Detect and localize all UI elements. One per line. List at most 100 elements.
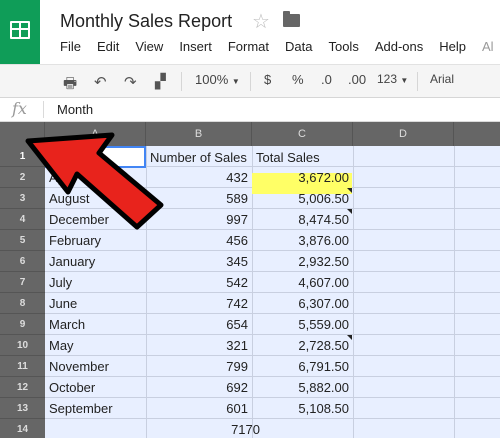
- cell-month[interactable]: February: [45, 230, 146, 251]
- row-header[interactable]: 14: [0, 419, 45, 438]
- cell-total-number-of-sales[interactable]: 7170: [146, 419, 264, 438]
- column-header-e[interactable]: [454, 122, 500, 146]
- cell-number-of-sales[interactable]: 345: [146, 251, 252, 272]
- folder-icon[interactable]: [283, 11, 300, 27]
- cell-total-sales[interactable]: 6,791.50: [252, 356, 353, 377]
- menu-file[interactable]: File: [60, 39, 81, 57]
- row-header[interactable]: 2: [0, 167, 45, 188]
- menu-insert[interactable]: Insert: [179, 39, 212, 57]
- menu-view[interactable]: View: [135, 39, 163, 57]
- cell-month[interactable]: April: [45, 167, 146, 188]
- cell-month[interactable]: May: [45, 335, 146, 356]
- formula-bar: fx Month: [0, 98, 500, 122]
- formula-input[interactable]: Month: [57, 102, 93, 117]
- row-header[interactable]: 8: [0, 293, 45, 314]
- menu-edit[interactable]: Edit: [97, 39, 119, 57]
- cell-number-of-sales[interactable]: 589: [146, 188, 252, 209]
- menu-accessibility[interactable]: Al: [482, 39, 494, 57]
- chevron-down-icon: ▼: [400, 76, 409, 85]
- cell-month[interactable]: August: [45, 188, 146, 209]
- percent-format-button[interactable]: %: [292, 72, 304, 87]
- row-header[interactable]: 7: [0, 272, 45, 293]
- increase-decimal-button[interactable]: .00: [348, 72, 366, 87]
- cell-number-of-sales[interactable]: 742: [146, 293, 252, 314]
- cell-month[interactable]: March: [45, 314, 146, 335]
- row-header[interactable]: 9: [0, 314, 45, 335]
- row-header[interactable]: 1: [0, 146, 45, 167]
- menu-addons[interactable]: Add-ons: [375, 39, 423, 57]
- cell-total-sales[interactable]: 2,932.50: [252, 251, 353, 272]
- sheets-logo-icon[interactable]: [0, 0, 40, 64]
- cell-number-of-sales[interactable]: 432: [146, 167, 252, 188]
- cell-total-sales[interactable]: 8,474.50: [252, 209, 353, 230]
- spreadsheet-grid: A B C D 1 2 3 4 5 6 7 8 9 10 11 12 13 14 Month Number…: [0, 122, 500, 438]
- cell-number-of-sales[interactable]: 997: [146, 209, 252, 230]
- row-header[interactable]: 4: [0, 209, 45, 230]
- row-header[interactable]: 10: [0, 335, 45, 356]
- column-header-d[interactable]: D: [353, 122, 454, 146]
- cell-number-of-sales[interactable]: 542: [146, 272, 252, 293]
- cell-month[interactable]: November: [45, 356, 146, 377]
- cell-month[interactable]: June: [45, 293, 146, 314]
- cell-month[interactable]: January: [45, 251, 146, 272]
- row-header[interactable]: 12: [0, 377, 45, 398]
- row-header[interactable]: 3: [0, 188, 45, 209]
- cell-number-of-sales[interactable]: 601: [146, 398, 252, 419]
- row-header[interactable]: 11: [0, 356, 45, 377]
- cell-b1[interactable]: Number of Sales: [146, 147, 252, 168]
- font-select[interactable]: Arial: [430, 72, 454, 86]
- zoom-select[interactable]: 100% ▼: [195, 72, 240, 87]
- cell-total-sales[interactable]: 5,006.50: [252, 188, 353, 209]
- undo-icon[interactable]: ↶: [94, 73, 107, 91]
- fx-icon: fx: [12, 99, 27, 118]
- more-formats-select[interactable]: 123 ▼: [377, 72, 408, 86]
- row-header[interactable]: 5: [0, 230, 45, 251]
- document-title[interactable]: Monthly Sales Report: [60, 11, 232, 32]
- cell-total-sales[interactable]: 5,108.50: [252, 398, 353, 419]
- menu-bar: File Edit View Insert Format Data Tools …: [60, 39, 500, 57]
- cell-total-sales[interactable]: 6,307.00: [252, 293, 353, 314]
- cell-total-sales[interactable]: 4,607.00: [252, 272, 353, 293]
- row-header[interactable]: 6: [0, 251, 45, 272]
- paint-format-icon[interactable]: ▞: [155, 73, 166, 90]
- app-header: Monthly Sales Report ☆ File Edit View In…: [0, 0, 500, 64]
- cell-total-sales[interactable]: 3,672.00: [252, 167, 353, 188]
- cell-number-of-sales[interactable]: 321: [146, 335, 252, 356]
- cell-note-indicator: [347, 209, 352, 214]
- cell-number-of-sales[interactable]: 654: [146, 314, 252, 335]
- cell-month[interactable]: July: [45, 272, 146, 293]
- cell-number-of-sales[interactable]: 456: [146, 230, 252, 251]
- cell-number-of-sales[interactable]: 692: [146, 377, 252, 398]
- row-header[interactable]: 13: [0, 398, 45, 419]
- menu-tools[interactable]: Tools: [328, 39, 358, 57]
- more-formats-label: 123: [377, 72, 398, 86]
- column-header-a[interactable]: A: [45, 122, 146, 146]
- decrease-decimal-button[interactable]: .0: [321, 72, 332, 87]
- cell-total-sales[interactable]: 2,728.50: [252, 335, 353, 356]
- menu-format[interactable]: Format: [228, 39, 269, 57]
- redo-icon[interactable]: ↷: [124, 73, 137, 91]
- cell-month[interactable]: September: [45, 398, 146, 419]
- select-all-corner[interactable]: [0, 122, 45, 146]
- column-header-c[interactable]: C: [252, 122, 353, 146]
- cell-month[interactable]: October: [45, 377, 146, 398]
- currency-format-button[interactable]: $: [264, 72, 271, 87]
- print-icon[interactable]: 🖶: [63, 73, 77, 98]
- cell-total-sales[interactable]: 3,876.00: [252, 230, 353, 251]
- cell-number-of-sales[interactable]: 799: [146, 356, 252, 377]
- menu-data[interactable]: Data: [285, 39, 312, 57]
- cell-month[interactable]: December: [45, 209, 146, 230]
- active-cell-a1[interactable]: Month: [45, 146, 146, 168]
- column-header-b[interactable]: B: [146, 122, 252, 146]
- cell-note-indicator: [347, 335, 352, 340]
- zoom-value: 100%: [195, 72, 229, 87]
- cell-a1: Month: [53, 150, 90, 165]
- cell-c1[interactable]: Total Sales: [252, 147, 353, 168]
- cell-total-sales[interactable]: 5,882.00: [252, 377, 353, 398]
- star-icon[interactable]: ☆: [252, 9, 270, 34]
- chevron-down-icon: ▼: [231, 77, 240, 86]
- cell-total-sales[interactable]: 5,559.00: [252, 314, 353, 335]
- menu-help[interactable]: Help: [439, 39, 466, 57]
- toolbar: 🖶 ↶ ↷ ▞ 100% ▼ $ % .0 .00 123 ▼ Arial: [0, 64, 500, 98]
- cell-note-indicator: [347, 188, 352, 193]
